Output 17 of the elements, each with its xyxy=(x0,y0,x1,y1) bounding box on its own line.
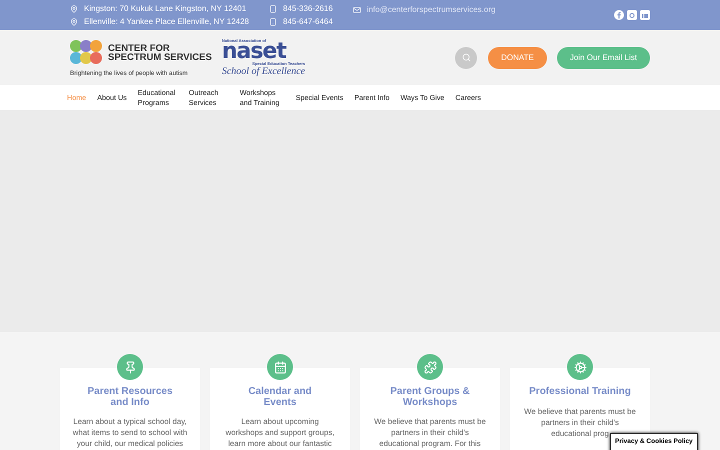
phone-number: 845-647-6464 xyxy=(283,17,333,26)
search-icon xyxy=(462,53,471,62)
facebook-icon[interactable] xyxy=(614,10,624,20)
linkedin-icon[interactable] xyxy=(640,10,650,20)
address-text: Ellenville: 4 Yankee Place Ellenville, NY 12428 xyxy=(84,17,249,26)
badge-logo-text: naset xyxy=(222,43,286,61)
badge-award: School of Excellence xyxy=(222,66,306,77)
mail-icon xyxy=(352,6,361,14)
address-text: Kingston: 70 Kukuk Lane Kingston, NY 12401 xyxy=(84,4,246,13)
logo-text: CENTER FOR SPECTRUM SERVICES xyxy=(108,44,212,62)
location-pin-icon xyxy=(70,18,78,26)
phone-icon xyxy=(269,18,277,26)
search-button[interactable] xyxy=(455,46,478,68)
phone-icon xyxy=(269,4,277,12)
phone-number: 845-336-2616 xyxy=(283,4,333,13)
instagram-icon[interactable] xyxy=(627,10,637,20)
location-pin-icon xyxy=(70,4,78,12)
